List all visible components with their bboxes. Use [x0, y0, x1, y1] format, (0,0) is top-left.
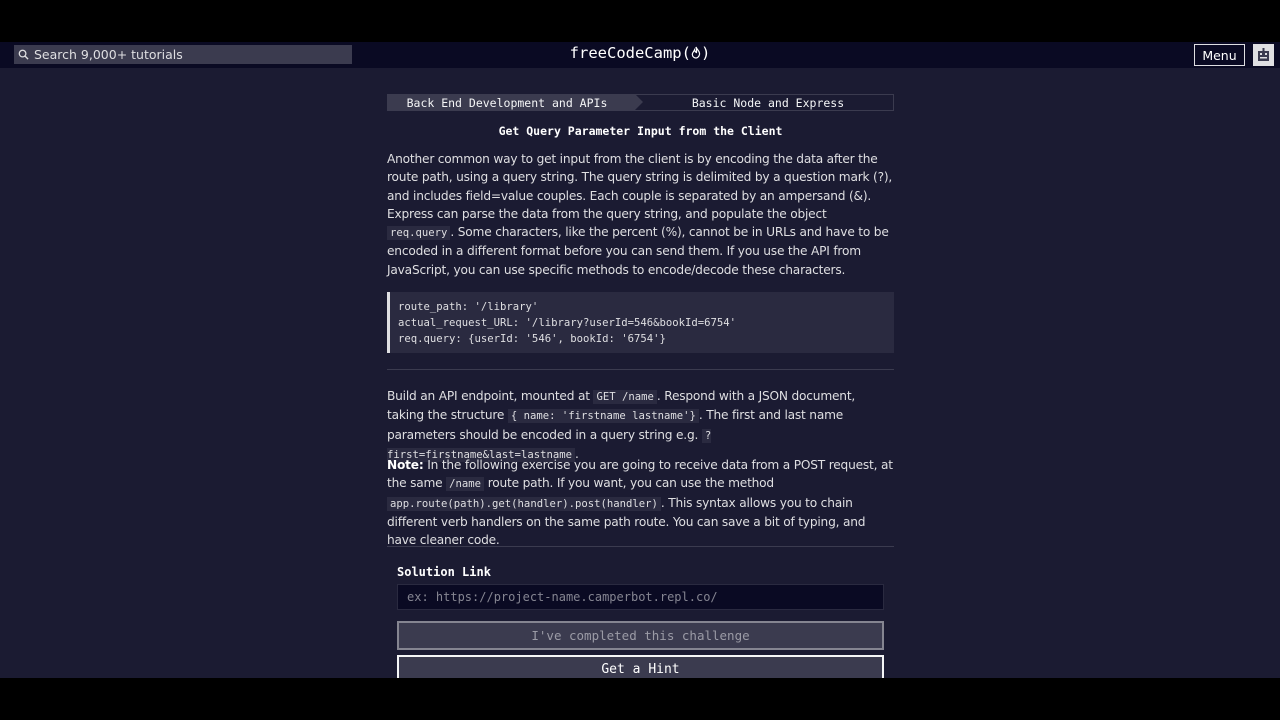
search-placeholder: Search 9,000+ tutorials	[34, 47, 183, 62]
inline-code: app.route(path).get(handler).post(handle…	[387, 496, 661, 511]
inline-code: req.query	[387, 226, 451, 241]
challenge-main: Back End Development and APIs Basic Node…	[0, 68, 1280, 681]
challenge-note: Note: In the following exercise you are …	[387, 456, 894, 549]
code-line: actual_request_URL: '/library?userId=546…	[398, 317, 737, 329]
code-line: req.query: {userId: '546', bookId: '6754…	[398, 333, 666, 345]
letterbox-bottom	[0, 678, 1280, 720]
search-bar[interactable]: Search 9,000+ tutorials	[14, 45, 352, 64]
flame-icon	[691, 46, 701, 59]
challenge-intro: Another common way to get input from the…	[387, 150, 894, 279]
solution-link-label: Solution Link	[397, 565, 491, 579]
camperbot-avatar-icon	[1258, 48, 1269, 61]
challenge-title: Get Query Parameter Input from the Clien…	[498, 124, 783, 138]
code-example: route_path: '/library' actual_request_UR…	[387, 292, 894, 353]
breadcrumb-superblock[interactable]: Back End Development and APIs	[387, 94, 643, 111]
divider	[387, 546, 894, 547]
logo-close: )	[700, 44, 711, 62]
divider	[387, 369, 894, 370]
complete-challenge-button[interactable]: I've completed this challenge	[397, 621, 884, 650]
task-text: Build an API endpoint, mounted at	[387, 389, 594, 403]
avatar[interactable]	[1253, 44, 1274, 66]
logo-text: freeCodeCamp(	[569, 44, 691, 62]
breadcrumb: Back End Development and APIs Basic Node…	[387, 94, 894, 111]
menu-button[interactable]: Menu	[1194, 44, 1245, 66]
search-icon	[18, 49, 29, 60]
inline-code: /name	[446, 477, 485, 492]
letterbox-top	[0, 0, 1280, 42]
intro-text: . Some characters, like the percent (%),…	[387, 225, 889, 277]
navbar: Search 9,000+ tutorials freeCodeCamp() M…	[0, 42, 1280, 68]
code-line: route_path: '/library'	[398, 301, 539, 313]
solution-link-input[interactable]	[397, 584, 884, 610]
intro-text: Another common way to get input from the…	[387, 152, 893, 221]
inline-code: { name: 'firstname lastname'}	[507, 409, 699, 424]
breadcrumb-block[interactable]: Basic Node and Express	[635, 94, 894, 111]
inline-code: GET /name	[593, 390, 657, 404]
note-label: Note:	[387, 458, 424, 472]
challenge-task: Build an API endpoint, mounted at GET /n…	[387, 387, 894, 464]
note-text: route path. If you want, you can use the…	[484, 476, 774, 491]
